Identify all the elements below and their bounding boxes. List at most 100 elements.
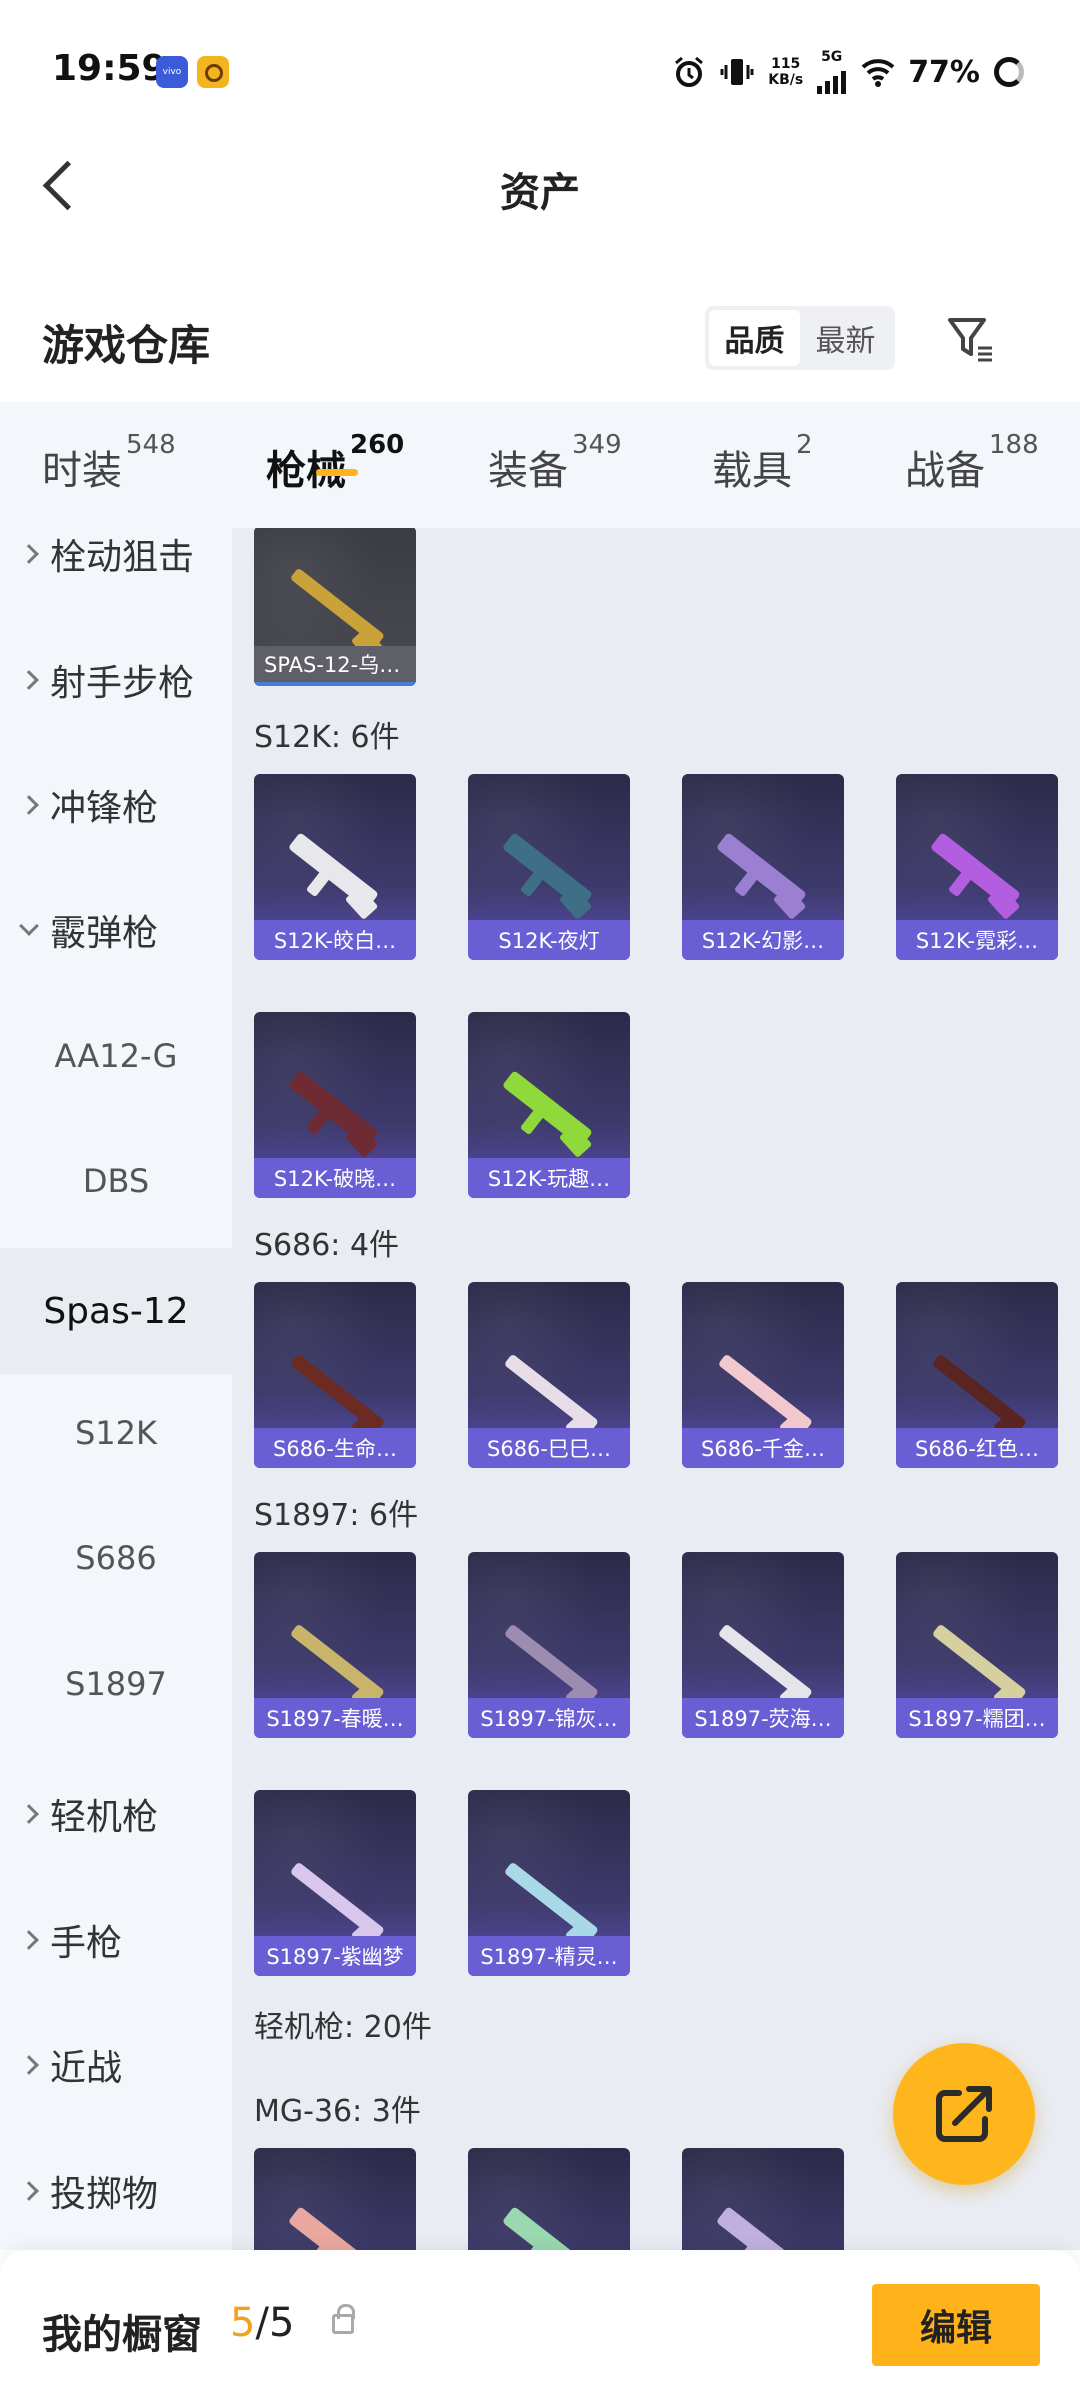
sort-quality-button[interactable]: 品质 <box>709 310 800 366</box>
app-header: 资产 <box>0 140 1080 230</box>
shotgun-image <box>289 1353 385 1433</box>
rifle-image <box>715 2206 807 2250</box>
sidebar-item-spas12[interactable]: Spas-12 <box>0 1248 232 1374</box>
weapon-card[interactable]: S686-生命… <box>254 1282 416 1468</box>
weapon-card-label: S686-生命… <box>254 1428 416 1468</box>
rifle-image <box>287 1070 379 1148</box>
weapon-card[interactable]: S1897-糯团… <box>896 1552 1058 1738</box>
chevron-down-icon <box>19 916 39 936</box>
chevron-right-icon <box>19 2055 39 2075</box>
shotgun-image <box>503 1623 599 1703</box>
sidebar-item-dbs[interactable]: DBS <box>0 1131 232 1231</box>
chevron-right-icon <box>19 795 39 815</box>
rifle-image <box>287 832 379 910</box>
edit-button[interactable]: 编辑 <box>872 2284 1040 2366</box>
tab-vehicles[interactable]: 载具 2 <box>712 402 813 496</box>
group-label-mg36: MG-36: 3件 <box>254 2094 421 2129</box>
status-bar: 19:59 vivo 115 KB/s 5G 77% <box>0 0 1080 140</box>
weapon-card[interactable]: S1897-精灵… <box>468 1790 630 1976</box>
shotgun-image <box>931 1353 1027 1433</box>
weapon-card[interactable]: S1897-锦灰… <box>468 1552 630 1738</box>
group-label-s686: S686: 4件 <box>254 1228 400 1263</box>
weapon-card-label: S12K-夜灯 <box>468 920 630 960</box>
rifle-image <box>929 832 1021 910</box>
shotgun-image <box>931 1623 1027 1703</box>
weapon-card-label: S1897-精灵… <box>468 1936 630 1976</box>
share-icon <box>936 2086 992 2142</box>
chevron-right-icon <box>19 544 39 564</box>
weapon-card[interactable]: S12K-霓彩… <box>896 774 1058 960</box>
tab-gear[interactable]: 战备 188 <box>905 402 1039 496</box>
sidebar-item-s1897[interactable]: S1897 <box>0 1634 232 1734</box>
weapon-card[interactable]: S1897-紫幽梦 <box>254 1790 416 1976</box>
weapon-card[interactable] <box>254 2148 416 2250</box>
weapon-card-label: S12K-幻影… <box>682 920 844 960</box>
weapon-card-label: S686-红色… <box>896 1428 1058 1468</box>
weapon-card[interactable] <box>682 2148 844 2250</box>
sort-newest-button[interactable]: 最新 <box>800 310 891 366</box>
battery-percent: 77% <box>908 54 980 90</box>
weapon-card-label: S686-巳巳… <box>468 1428 630 1468</box>
sidebar-item-s12k[interactable]: S12K <box>0 1383 232 1483</box>
weapon-card[interactable]: S1897-春暖… <box>254 1552 416 1738</box>
share-button[interactable] <box>893 2043 1035 2185</box>
weapon-card[interactable]: S686-千金… <box>682 1282 844 1468</box>
weapon-card-label: S12K-霓彩… <box>896 920 1058 960</box>
shotgun-image <box>503 1861 599 1941</box>
tab-equipment[interactable]: 装备 349 <box>488 402 622 496</box>
rifle-image <box>501 1070 593 1148</box>
weapon-card[interactable]: SPAS-12-乌… <box>254 528 416 686</box>
weapon-card[interactable]: S686-红色… <box>896 1282 1058 1468</box>
wifi-icon <box>860 55 895 89</box>
sidebar-item-marksman[interactable]: 射手步枪 <box>0 630 232 730</box>
rifle-image <box>501 2206 593 2250</box>
active-tab-indicator <box>316 469 358 476</box>
chevron-right-icon <box>19 670 39 690</box>
weapon-card[interactable]: S686-巳巳… <box>468 1282 630 1468</box>
weapon-card-label: S1897-锦灰… <box>468 1698 630 1738</box>
rifle-image <box>715 832 807 910</box>
weapon-card[interactable]: S12K-皎白… <box>254 774 416 960</box>
weapon-grid: SPAS-12-乌… S12K: 6件 S12K-皎白… S12K-夜灯 S12… <box>232 528 1080 2250</box>
weapon-card[interactable]: S12K-幻影… <box>682 774 844 960</box>
weapon-card[interactable] <box>468 2148 630 2250</box>
showcase-label: 我的橱窗 <box>42 2312 202 2358</box>
weapon-card[interactable]: S12K-夜灯 <box>468 774 630 960</box>
weapon-card-label: S12K-破晓… <box>254 1158 416 1198</box>
rifle-image <box>501 832 593 910</box>
sidebar-item-shotgun[interactable]: 霰弹枪 <box>0 880 232 980</box>
filter-icon <box>944 318 1000 372</box>
sidebar-item-pistol[interactable]: 手枪 <box>0 1890 232 1990</box>
sidebar-item-throwable[interactable]: 投掷物 <box>0 2141 232 2241</box>
shotgun-image <box>503 1353 599 1433</box>
chevron-right-icon <box>19 1930 39 1950</box>
group-label-s1897: S1897: 6件 <box>254 1498 419 1533</box>
shotgun-image <box>717 1623 813 1703</box>
page-title: 资产 <box>500 170 580 216</box>
tab-fashion[interactable]: 时装 548 <box>42 402 176 496</box>
cellular-signal-icon: 5G <box>817 50 847 94</box>
sidebar-item-aa12g[interactable]: AA12-G <box>0 1006 232 1106</box>
filter-button[interactable] <box>944 312 1000 368</box>
showcase-count: 5/5 <box>230 2300 295 2346</box>
weapon-card-label: S12K-皎白… <box>254 920 416 960</box>
shotgun-image <box>717 1353 813 1433</box>
weapon-card[interactable]: S1897-荧海… <box>682 1552 844 1738</box>
sidebar-item-lmg[interactable]: 轻机枪 <box>0 1764 232 1864</box>
weapon-card[interactable]: S12K-玩趣… <box>468 1012 630 1198</box>
chevron-right-icon <box>19 1804 39 1824</box>
chevron-right-icon <box>19 2181 39 2201</box>
sidebar-item-bolt-sniper[interactable]: 栓动狙击 <box>0 528 232 604</box>
sort-toggle: 品质 最新 <box>705 306 895 370</box>
network-speed: 115 KB/s <box>768 56 804 88</box>
status-time: 19:59 <box>52 48 167 89</box>
sidebar-item-melee[interactable]: 近战 <box>0 2015 232 2115</box>
sidebar-item-smg[interactable]: 冲锋枪 <box>0 755 232 855</box>
lock-icon <box>332 2304 355 2334</box>
weapon-card-label: S12K-玩趣… <box>468 1158 630 1198</box>
sidebar-item-s686[interactable]: S686 <box>0 1508 232 1608</box>
group-label-s12k: S12K: 6件 <box>254 720 400 755</box>
tab-firearms[interactable]: 枪械 260 <box>266 402 404 496</box>
weapon-card-label: S686-千金… <box>682 1428 844 1468</box>
weapon-card[interactable]: S12K-破晓… <box>254 1012 416 1198</box>
